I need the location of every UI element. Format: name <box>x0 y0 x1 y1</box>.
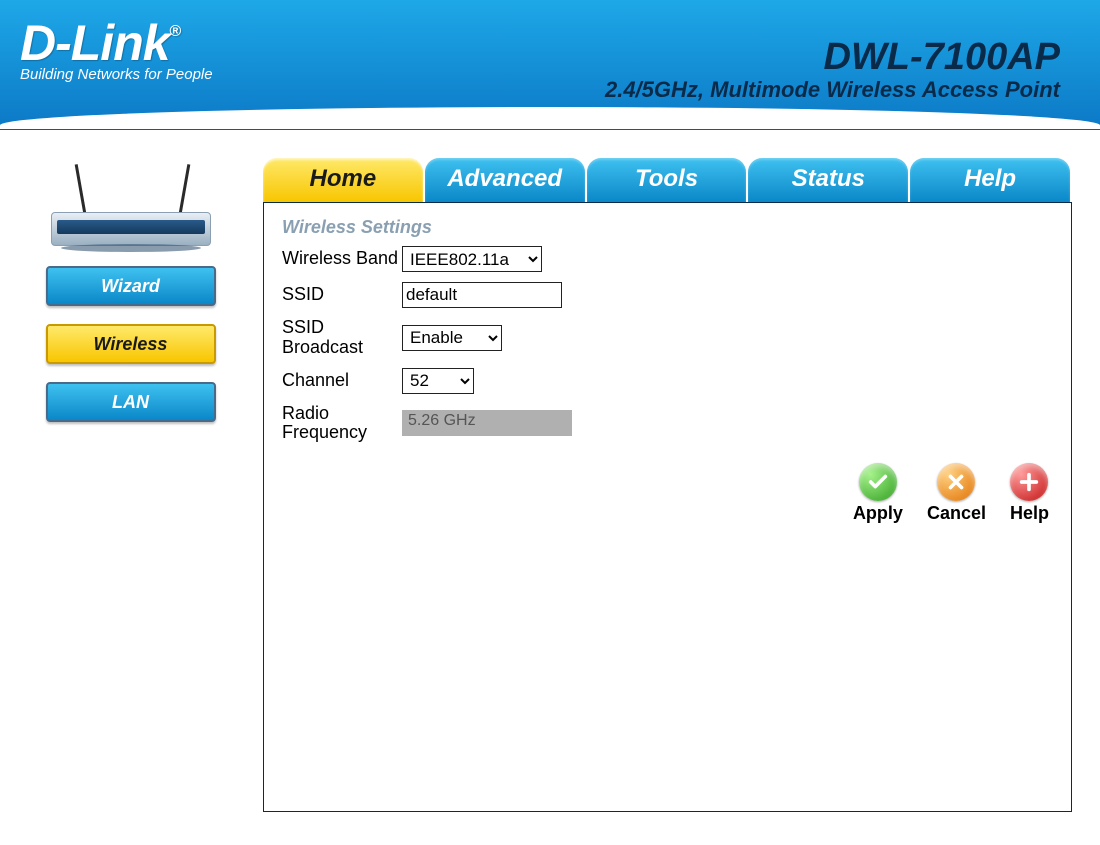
brand-block: D-Link® Building Networks for People <box>20 14 213 83</box>
row-radio-frequency: Radio Frequency 5.26 GHz <box>282 404 1053 444</box>
tab-label: Status <box>792 165 865 192</box>
product-model: DWL-7100AP <box>605 36 1060 79</box>
sidebar-item-label: Wireless <box>94 334 168 354</box>
tab-status[interactable]: Status <box>748 158 908 202</box>
action-row: Apply Cancel Help <box>853 463 1049 524</box>
device-illustration <box>31 162 231 252</box>
tab-label: Help <box>964 165 1016 192</box>
sidebar-item-wizard[interactable]: Wizard <box>46 266 216 306</box>
tab-tools[interactable]: Tools <box>587 158 747 202</box>
tab-advanced[interactable]: Advanced <box>425 158 585 202</box>
tab-label: Advanced <box>447 165 562 192</box>
product-subtitle: 2.4/5GHz, Multimode Wireless Access Poin… <box>605 77 1060 103</box>
brand-name: D-Link <box>20 15 170 71</box>
row-ssid-broadcast: SSID Broadcast Enable <box>282 318 1053 358</box>
antenna-icon <box>178 164 190 214</box>
main-area: Wizard Wireless LAN Home Advanced Tools … <box>0 130 1100 812</box>
check-icon <box>859 463 897 501</box>
sidebar-item-label: LAN <box>112 392 149 412</box>
help-button[interactable]: Help <box>1010 463 1049 524</box>
action-label: Apply <box>853 503 903 524</box>
label-channel: Channel <box>282 371 402 391</box>
row-ssid: SSID <box>282 282 1053 308</box>
apply-button[interactable]: Apply <box>853 463 903 524</box>
brand-logo: D-Link® <box>20 14 213 72</box>
tab-home[interactable]: Home <box>263 158 423 202</box>
ssid-input[interactable] <box>402 282 562 308</box>
brand-registered: ® <box>170 23 181 40</box>
channel-select[interactable]: 52 <box>402 368 474 394</box>
cancel-button[interactable]: Cancel <box>927 463 986 524</box>
label-ssid-broadcast: SSID Broadcast <box>282 318 402 358</box>
tab-bar: Home Advanced Tools Status Help <box>263 158 1072 202</box>
antenna-icon <box>74 164 86 214</box>
sidebar-item-lan[interactable]: LAN <box>46 382 216 422</box>
label-radio-frequency: Radio Frequency <box>282 404 402 444</box>
action-label: Cancel <box>927 503 986 524</box>
brand-tagline: Building Networks for People <box>20 66 213 83</box>
plus-icon <box>1010 463 1048 501</box>
product-title-block: DWL-7100AP 2.4/5GHz, Multimode Wireless … <box>605 36 1060 103</box>
section-title: Wireless Settings <box>282 217 1053 238</box>
settings-panel: Wireless Settings Wireless Band IEEE802.… <box>263 202 1072 812</box>
radio-frequency-readonly: 5.26 GHz <box>402 410 572 436</box>
label-wireless-band: Wireless Band <box>282 249 402 269</box>
sidebar-item-label: Wizard <box>101 276 160 296</box>
action-label: Help <box>1010 503 1049 524</box>
sidebar-item-wireless[interactable]: Wireless <box>46 324 216 364</box>
content-area: Home Advanced Tools Status Help Wireless… <box>263 158 1072 812</box>
wireless-band-select[interactable]: IEEE802.11a <box>402 246 542 272</box>
tab-label: Tools <box>635 165 698 192</box>
sidebar: Wizard Wireless LAN <box>18 158 243 812</box>
label-ssid: SSID <box>282 285 402 305</box>
header: D-Link® Building Networks for People DWL… <box>0 0 1100 130</box>
tab-label: Home <box>310 165 377 192</box>
header-divider <box>0 107 1100 129</box>
ssid-broadcast-select[interactable]: Enable <box>402 325 502 351</box>
cross-icon <box>937 463 975 501</box>
tab-help[interactable]: Help <box>910 158 1070 202</box>
row-channel: Channel 52 <box>282 368 1053 394</box>
router-base-icon <box>61 244 201 252</box>
router-front-icon <box>57 220 205 234</box>
row-wireless-band: Wireless Band IEEE802.11a <box>282 246 1053 272</box>
